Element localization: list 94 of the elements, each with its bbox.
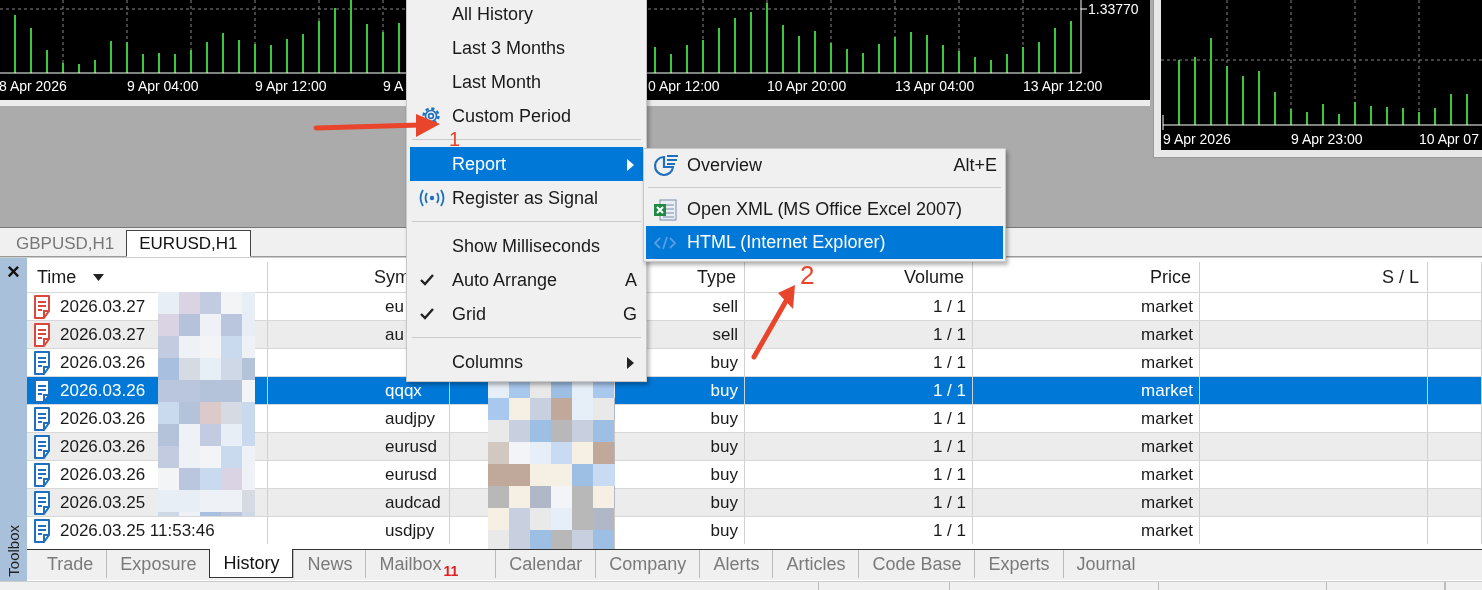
signal-icon [419,189,445,207]
menu-item[interactable]: Last Month [410,65,643,99]
annotation-number: 1 [449,132,461,146]
table-cell: market [1141,520,1193,541]
chart-tab[interactable]: GBPUSD,H1 [4,230,127,257]
table-cell: market [1141,408,1193,429]
table-cell: market [1141,380,1193,401]
table-cell: buy [710,380,738,401]
menu-item[interactable]: Columns [410,345,643,379]
panel-tab[interactable]: Journal [1062,550,1149,578]
table-cell: eurusd [385,464,437,484]
table-cell: buy [710,520,738,541]
menu-item[interactable]: Report [410,147,643,181]
panel-tab[interactable]: Articles [772,550,859,578]
unread-count-label: 11 [443,562,460,579]
menu-item[interactable]: Register as Signal [410,181,643,215]
shortcut-label: A [625,269,637,291]
table-cell: qqqx [385,380,422,400]
table-cell: usdjpy [385,520,435,540]
price-label: 1.33770 [1088,1,1139,17]
table-cell: buy [710,352,738,373]
table-cell: audjpy [385,408,436,428]
panel-tab[interactable]: Code Base [858,550,975,578]
table-cell: buy [710,492,738,513]
checkmark-icon [419,273,435,287]
panel-tab[interactable]: Company [595,550,700,578]
spreadsheet-icon [653,197,677,222]
table-cell: 2026.03.26 [60,408,146,429]
axis-label: 10 Apr 07 [1419,131,1479,147]
menu-item[interactable]: Open XML (MS Office Excel 2007) [646,193,1003,226]
table-cell: au [385,324,404,344]
menu-item[interactable]: HTML (Internet Explorer) [646,226,1003,259]
shortcut-label: Alt+E [953,155,997,176]
panel-tab[interactable]: News [293,550,366,578]
table-cell: 1 / 1 [932,352,966,373]
close-button[interactable]: × [7,260,20,284]
axis-label: 13 Apr 04:00 [895,78,975,94]
table-cell: 1 / 1 [932,436,966,457]
menu-item[interactable]: Overview Alt+E [646,149,1003,182]
menu-item[interactable]: Custom Period [410,99,643,133]
annotation-number: 2 [800,262,815,288]
menu-item[interactable]: Show Milliseconds [410,229,643,263]
table-cell: 1 / 1 [932,296,966,317]
table-cell: 2026.03.25 [60,492,146,513]
table-cell: audcad [385,492,441,512]
table-cell: 1 / 1 [932,520,966,541]
table-cell: 1 / 1 [932,380,966,401]
panel-tab[interactable]: Trade [27,550,107,578]
table-cell: 1 / 1 [932,464,966,485]
table-cell: eu [385,296,404,316]
table-cell: buy [710,408,738,429]
panel-tab[interactable]: Mailbox$_{11}$ [365,550,496,578]
table-cell: buy [710,464,738,485]
axis-label: 8 Apr 2026 [0,78,67,94]
menu-item[interactable]: Last 3 Months [410,31,643,65]
table-cell: market [1141,296,1193,317]
toolbox-title: Toolbox [5,525,22,577]
chart-tab[interactable]: EURUSD,H1 [126,230,251,257]
table-cell: market [1141,324,1193,345]
panel-tab[interactable]: Calendar [495,550,596,578]
table-cell: market [1141,464,1193,485]
panel-tab[interactable]: History [209,549,294,578]
axis-label: 9 Apr 2026 [1163,131,1231,147]
axis-label: 9 A [383,78,404,94]
table-cell: 2026.03.25 11:53:46 [60,520,215,541]
table-cell: buy [710,436,738,457]
table-cell: 1 / 1 [932,492,966,513]
table-cell: market [1141,492,1193,513]
table-cell: 1 / 1 [932,408,966,429]
table-cell: 2026.03.26 [60,380,146,401]
axis-label: 9 Apr 12:00 [255,78,327,94]
table-cell: 2026.03.26 [60,352,146,373]
table-cell: eurusd [385,436,437,456]
table-cell: market [1141,436,1193,457]
table-cell: 2026.03.27 [60,324,146,345]
axis-label: 0 Apr 12:00 [648,78,720,94]
table-cell: 2026.03.27 [60,296,146,317]
code-icon [653,234,677,251]
axis-label: 9 Apr 04:00 [127,78,199,94]
table-cell: market [1141,352,1193,373]
axis-label: 13 Apr 12:00 [1023,78,1103,94]
sort-descending-icon [93,273,105,281]
table-cell: 2026.03.26 [60,436,146,457]
checkmark-icon [419,307,435,321]
panel-tab[interactable]: Experts [974,550,1063,578]
table-cell: sell [712,324,738,345]
table-cell: sell [712,296,738,317]
axis-label: 10 Apr 20:00 [767,78,847,94]
report-chart-icon [653,153,679,178]
axis-label: 9 Apr 23:00 [1291,131,1363,147]
menu-item[interactable]: All History [410,0,643,31]
table-cell: 2026.03.26 [60,464,146,485]
panel-tab[interactable]: Alerts [699,550,773,578]
table-cell: 1 / 1 [932,324,966,345]
